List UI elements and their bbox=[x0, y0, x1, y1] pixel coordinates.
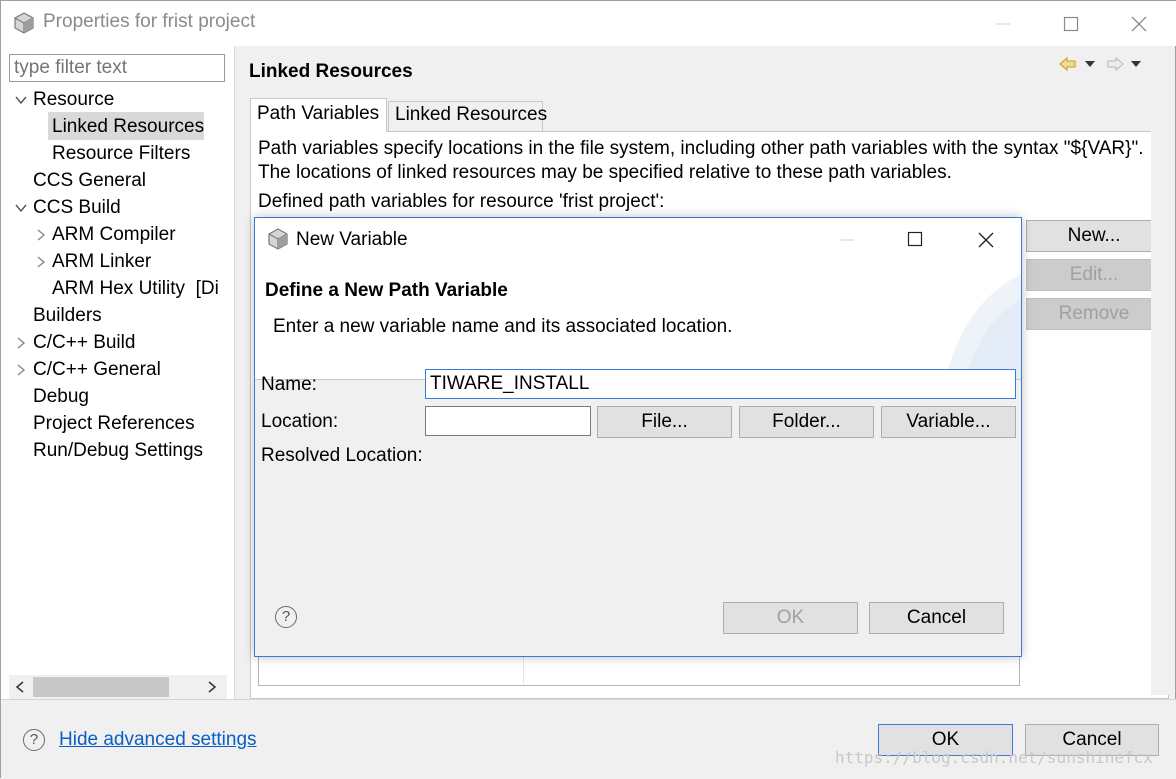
dialog-title-bar: New Variable bbox=[255, 218, 1021, 262]
dialog-heading: Define a New Path Variable bbox=[265, 280, 508, 301]
tree-item-resource-filters[interactable]: Resource Filters bbox=[52, 140, 190, 167]
dialog-subheading: Enter a new variable name and its associ… bbox=[273, 316, 733, 337]
tree-item-arm-linker[interactable]: ARM Linker bbox=[52, 248, 151, 275]
tree-item-ccs-build[interactable]: CCS Build bbox=[33, 194, 121, 221]
tree-item-arm-compiler[interactable]: ARM Compiler bbox=[52, 221, 176, 248]
tree-item-cc-build[interactable]: C/C++ Build bbox=[33, 329, 135, 356]
help-icon[interactable]: ? bbox=[23, 729, 45, 751]
tab-path-variables[interactable]: Path Variables bbox=[250, 98, 387, 132]
dialog-ok-button[interactable]: OK bbox=[723, 602, 858, 634]
watermark: https://blog.csdn.net/sunshinefcx bbox=[835, 748, 1153, 767]
tab-linked-resources[interactable]: Linked Resources bbox=[388, 101, 547, 131]
title-bar: Properties for frist project bbox=[1, 1, 1176, 46]
back-arrow-icon[interactable] bbox=[1059, 56, 1077, 72]
chevron-right-icon[interactable] bbox=[14, 336, 28, 350]
name-label: Name: bbox=[261, 374, 317, 395]
forward-arrow-icon[interactable] bbox=[1106, 56, 1124, 72]
tree-item-run-debug-settings[interactable]: Run/Debug Settings bbox=[33, 437, 203, 464]
file-button[interactable]: File... bbox=[597, 406, 732, 438]
chevron-down-icon[interactable] bbox=[14, 201, 28, 215]
tree-item-cc-general[interactable]: C/C++ General bbox=[33, 356, 161, 383]
scroll-right-icon[interactable] bbox=[205, 680, 219, 694]
location-label: Location: bbox=[261, 411, 339, 432]
description-line-1: Path variables specify locations in the … bbox=[258, 138, 1144, 159]
tree-item-resource[interactable]: Resource bbox=[33, 86, 114, 113]
tree-item-project-references[interactable]: Project References bbox=[33, 410, 195, 437]
dialog-cancel-button[interactable]: Cancel bbox=[869, 602, 1004, 634]
remove-button[interactable]: Remove bbox=[1026, 298, 1162, 330]
banner-decoration bbox=[945, 274, 1021, 379]
minimize-icon[interactable] bbox=[839, 232, 855, 248]
chevron-right-icon[interactable] bbox=[14, 363, 28, 377]
edit-button[interactable]: Edit... bbox=[1026, 259, 1162, 291]
tree-item-debug[interactable]: Debug bbox=[33, 383, 89, 410]
tree-item-linked-resources[interactable]: Linked Resources bbox=[52, 113, 204, 140]
close-icon[interactable] bbox=[977, 231, 995, 249]
tab-label: Path Variables bbox=[257, 103, 380, 124]
scrollbar-thumb[interactable] bbox=[33, 677, 169, 697]
tree-item-builders[interactable]: Builders bbox=[33, 302, 102, 329]
minimize-icon bbox=[996, 23, 1010, 24]
chevron-down-icon[interactable] bbox=[14, 93, 28, 107]
chevron-right-icon[interactable] bbox=[34, 255, 48, 269]
tree-item-arm-hex-utility[interactable]: ARM Hex Utility [Di bbox=[52, 275, 227, 302]
tree-item-ccs-general[interactable]: CCS General bbox=[33, 167, 146, 194]
new-variable-dialog: New Variable Define a New Path Variable … bbox=[254, 217, 1022, 657]
scroll-left-icon[interactable] bbox=[13, 680, 27, 694]
new-button[interactable]: New... bbox=[1026, 220, 1162, 252]
hide-advanced-settings-link[interactable]: Hide advanced settings bbox=[59, 729, 257, 751]
page-vertical-scrollbar[interactable] bbox=[1151, 47, 1173, 695]
name-input[interactable]: TIWARE_INSTALL bbox=[425, 369, 1016, 399]
window-title: Properties for frist project bbox=[43, 11, 256, 32]
minimize-button[interactable] bbox=[969, 1, 1037, 46]
page-title: Linked Resources bbox=[249, 61, 413, 82]
location-input[interactable] bbox=[425, 406, 591, 436]
dialog-title: New Variable bbox=[296, 229, 408, 250]
filter-input[interactable] bbox=[9, 54, 225, 82]
app-cube-icon bbox=[268, 228, 288, 250]
description-line-2: The locations of linked resources may be… bbox=[258, 162, 952, 183]
variable-button[interactable]: Variable... bbox=[881, 406, 1016, 438]
maximize-icon[interactable] bbox=[907, 231, 923, 247]
close-icon bbox=[1131, 16, 1147, 31]
tab-label: Linked Resources bbox=[395, 104, 548, 125]
resolved-location-label: Resolved Location: bbox=[261, 445, 423, 466]
folder-button[interactable]: Folder... bbox=[739, 406, 874, 438]
chevron-down-icon[interactable] bbox=[1130, 60, 1142, 68]
app-cube-icon bbox=[14, 12, 34, 34]
defined-variables-label: Defined path variables for resource 'fri… bbox=[258, 191, 665, 212]
close-button[interactable] bbox=[1105, 1, 1173, 46]
chevron-down-icon[interactable] bbox=[1084, 60, 1096, 68]
maximize-button[interactable] bbox=[1037, 1, 1105, 46]
maximize-icon bbox=[1063, 16, 1079, 31]
chevron-right-icon[interactable] bbox=[34, 228, 48, 242]
tree-horizontal-scrollbar[interactable] bbox=[9, 675, 227, 699]
help-icon[interactable]: ? bbox=[275, 606, 297, 628]
dialog-banner: Define a New Path Variable Enter a new v… bbox=[255, 262, 1021, 380]
